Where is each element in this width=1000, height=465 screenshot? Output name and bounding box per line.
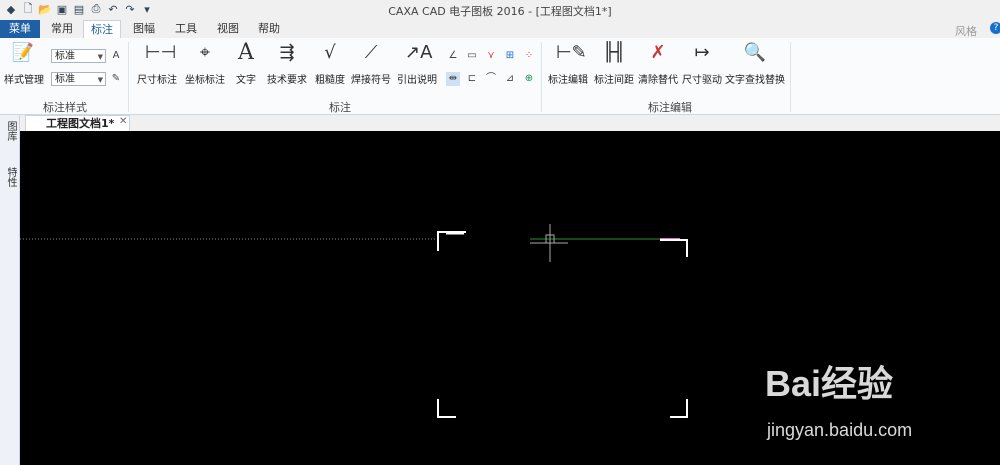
- group-separator: [128, 42, 129, 112]
- arc-length-icon[interactable]: ⌒: [484, 72, 498, 86]
- baidu-watermark: Bai经验 jingyan.baidu.com: [765, 355, 965, 455]
- help-icon[interactable]: ?: [990, 22, 1000, 34]
- clear-override-label: 清除替代: [638, 75, 678, 86]
- clear-override-button[interactable]: ✗ 清除替代: [637, 41, 679, 86]
- text-style-value: 标准: [55, 51, 75, 62]
- sidebar-item-library[interactable]: 图库: [3, 121, 18, 141]
- dimension-icon: ⊢⊣: [145, 42, 177, 63]
- group-label-annotate: 标注: [329, 101, 351, 114]
- weld-symbol-button[interactable]: ⟋ 焊接符号: [350, 41, 392, 86]
- dim-drive-button[interactable]: ↦ 尺寸驱动: [680, 41, 724, 86]
- roughness-label: 粗糙度: [315, 75, 345, 86]
- angle-dim-icon[interactable]: ∠: [446, 49, 460, 63]
- clear-override-icon: ✗: [650, 42, 666, 63]
- hole-pattern-icon[interactable]: ⁘: [522, 49, 536, 63]
- style-manager-button[interactable]: 📝 样式管理: [4, 41, 44, 86]
- group-label-style: 标注样式: [43, 101, 87, 114]
- close-icon[interactable]: ✕: [119, 116, 127, 127]
- tab-view[interactable]: 视图: [210, 20, 246, 38]
- chevron-down-icon: ▼: [97, 53, 103, 61]
- center-mark-icon[interactable]: ⊞: [503, 49, 517, 63]
- dimension-label: 尺寸标注: [137, 75, 177, 86]
- leader-note-icon: ↗A: [405, 42, 433, 63]
- text-style-dropdown[interactable]: 标准 ▼: [51, 49, 106, 63]
- tolerance-icon[interactable]: ▭: [465, 49, 479, 63]
- find-replace-label: 文字查找替换: [725, 75, 785, 86]
- centerline-icon[interactable]: ⊕: [522, 72, 536, 86]
- text-icon: A: [238, 40, 254, 65]
- title-bar: ◆ 🗋 📂 ▣ ▤ ⎙ ↶ ↷ ▾ CAXA CAD 电子图板 2016 - […: [0, 0, 1000, 20]
- leader-note-button[interactable]: ↗A 引出说明: [396, 41, 438, 86]
- baseline-dim-icon[interactable]: ⊏: [465, 72, 479, 86]
- frame-corner-bottom-right: [670, 399, 688, 418]
- sidebar-item-properties[interactable]: 特性: [3, 167, 18, 187]
- magnifier-icon: 🔍: [743, 42, 767, 63]
- frame-corner-top-right: [660, 239, 688, 257]
- dim-edit-label: 标注编辑: [548, 75, 588, 86]
- tab-sheet[interactable]: 图幅: [126, 20, 162, 38]
- text-label: 文字: [236, 75, 256, 86]
- find-replace-button[interactable]: 🔍 文字查找替换: [724, 41, 786, 86]
- style-manager-label: 样式管理: [4, 75, 44, 86]
- dim-spacing-label: 标注间距: [594, 75, 634, 86]
- group-separator: [790, 42, 791, 112]
- watermark-brand: Bai经验: [765, 363, 894, 404]
- tab-tools[interactable]: 工具: [168, 20, 204, 38]
- coord-dimension-button[interactable]: ⌖ 坐标标注: [182, 41, 228, 86]
- chain-dim-icon[interactable]: ⇹: [446, 72, 460, 86]
- coord-dimension-label: 坐标标注: [185, 75, 225, 86]
- watermark-url: jingyan.baidu.com: [767, 420, 913, 440]
- left-sidebar: 图库 特性: [0, 115, 20, 465]
- dim-style-dropdown[interactable]: 标准 ▼: [51, 72, 106, 86]
- frame-corner-bottom-left: [437, 399, 456, 418]
- dim-edit-icon: ⊢✎: [556, 42, 587, 63]
- tech-requirement-icon: ⇶: [279, 42, 295, 63]
- dim-edit-button[interactable]: ⊢✎ 标注编辑: [546, 41, 590, 86]
- coord-dimension-icon: ⌖: [199, 42, 211, 63]
- weld-symbol-icon: ⟋: [364, 42, 378, 63]
- tab-annotate[interactable]: 标注: [83, 20, 121, 40]
- document-tab[interactable]: 工程图文档1*: [25, 115, 130, 131]
- roughness-button[interactable]: √ 粗糙度: [312, 41, 348, 86]
- window-title: CAXA CAD 电子图板 2016 - [工程图文档1*]: [388, 5, 612, 18]
- slope-icon[interactable]: ⊿: [503, 72, 517, 86]
- menu-button[interactable]: 菜单: [0, 20, 40, 38]
- group-separator: [541, 42, 542, 112]
- tech-requirement-label: 技术要求: [267, 75, 307, 86]
- text-button[interactable]: A 文字: [232, 40, 260, 87]
- document-tab-bar: [20, 115, 1000, 131]
- text-style-icon[interactable]: A: [109, 49, 123, 63]
- dimension-button[interactable]: ⊢⊣ 尺寸标注: [134, 41, 180, 86]
- frame-corner-top-left: [437, 231, 466, 251]
- tab-help[interactable]: 帮助: [251, 20, 287, 38]
- dim-drive-icon: ↦: [694, 42, 710, 63]
- tech-requirement-button[interactable]: ⇶ 技术要求: [264, 41, 310, 86]
- tab-common[interactable]: 常用: [44, 20, 80, 38]
- dim-style-value: 标准: [55, 74, 75, 85]
- dim-spacing-icon: ╟╢: [603, 42, 625, 63]
- dim-style-brush-icon[interactable]: ✎: [109, 72, 123, 86]
- roughness-icon: √: [324, 42, 336, 63]
- dim-drive-label: 尺寸驱动: [682, 75, 722, 86]
- style-label[interactable]: 风格: [955, 23, 977, 39]
- datum-icon[interactable]: ⋎: [484, 49, 498, 63]
- style-manager-icon: 📝: [11, 42, 35, 63]
- leader-note-label: 引出说明: [397, 75, 437, 86]
- weld-symbol-label: 焊接符号: [351, 75, 391, 86]
- chevron-down-icon: ▼: [97, 76, 103, 84]
- group-label-edit: 标注编辑: [648, 101, 692, 114]
- dim-spacing-button[interactable]: ╟╢ 标注间距: [592, 41, 636, 86]
